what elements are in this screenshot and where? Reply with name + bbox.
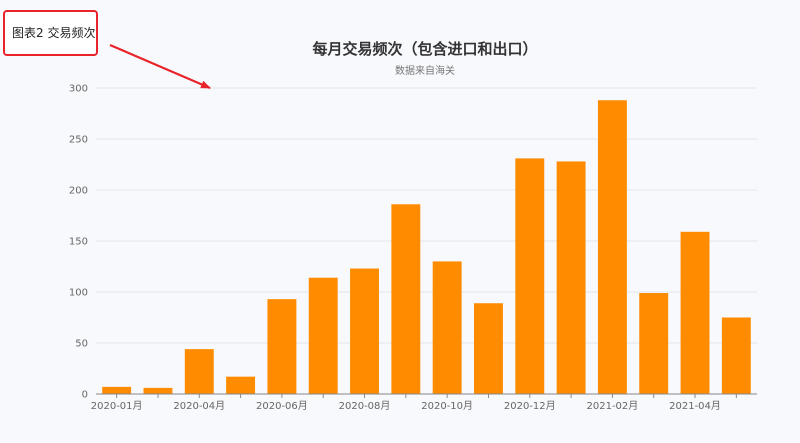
bar[interactable] [597, 100, 627, 395]
bar[interactable] [721, 317, 751, 395]
x-tick-label: 2020-01月 [91, 400, 143, 412]
bar[interactable] [474, 303, 503, 394]
x-tick-label: 2020-06月 [256, 400, 308, 412]
bar[interactable] [143, 387, 173, 394]
x-tick-label: 2020-12月 [504, 400, 556, 412]
bar[interactable] [267, 299, 297, 394]
bar-chart: 0 50 100 150 200 250 300 2020-01月 2020-04月 2020-0… [69, 43, 757, 412]
bar[interactable] [102, 386, 132, 394]
bar[interactable] [680, 231, 710, 394]
bar[interactable] [556, 161, 586, 394]
x-tick-label: 2021-04月 [669, 400, 721, 412]
bar[interactable] [226, 376, 256, 394]
annotation-arrow [109, 43, 211, 90]
bars [102, 100, 751, 395]
x-tick-label: 2020-10月 [421, 400, 473, 412]
bar[interactable] [391, 204, 421, 394]
bar[interactable] [308, 277, 338, 394]
y-tick-label: 250 [69, 135, 88, 146]
y-tick-label: 0 [82, 390, 88, 401]
x-tick-label: 2020-04月 [173, 400, 225, 412]
bar[interactable] [432, 261, 462, 394]
y-tick-label: 150 [69, 237, 88, 248]
bar[interactable] [515, 158, 545, 394]
bar[interactable] [184, 349, 214, 394]
y-tick-label: 200 [69, 186, 88, 197]
bar[interactable] [639, 293, 669, 394]
x-tick-label: 2021-02月 [587, 400, 639, 412]
bar[interactable] [350, 268, 379, 394]
chart-screen: 图表2 交易频次 每月交易频次（包含进口和出口） 数据来自海关 0 50 100 15… [0, 0, 800, 443]
y-tick-label: 50 [75, 339, 88, 350]
x-tick-label: 2020-08月 [339, 400, 391, 412]
y-tick-label: 100 [69, 288, 88, 299]
y-tick-label: 300 [69, 84, 88, 95]
